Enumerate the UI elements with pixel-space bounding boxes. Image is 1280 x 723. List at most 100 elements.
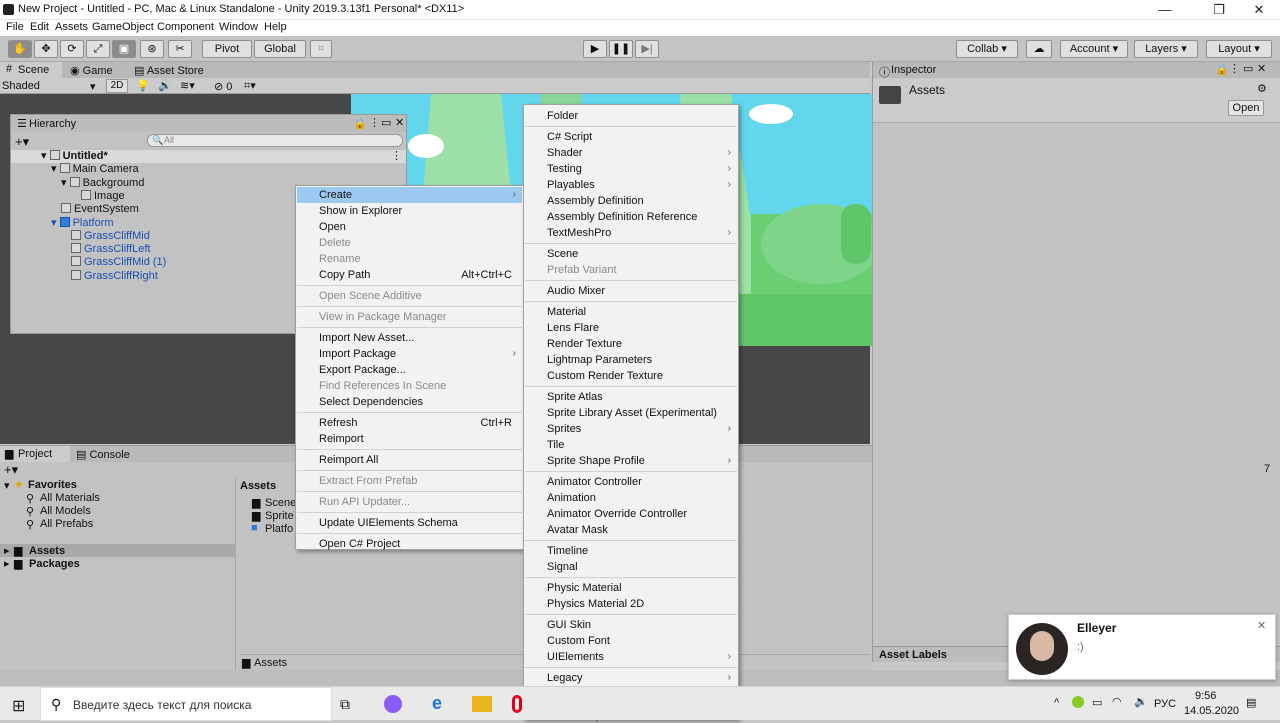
lock-icon[interactable]: 🔒 xyxy=(353,117,367,130)
menu-item-c-script[interactable]: C# Script xyxy=(525,129,737,145)
close-icon[interactable]: ✕ xyxy=(1257,619,1266,632)
file-sprite[interactable]: Sprite xyxy=(265,510,294,522)
custom-tool-icon[interactable]: ✂ xyxy=(168,40,192,58)
close-panel-icon[interactable]: ✕ xyxy=(1257,62,1266,75)
language-indicator[interactable]: РУС xyxy=(1154,698,1176,710)
gizmos-icon[interactable]: ⌗▾ xyxy=(244,79,256,93)
wifi-icon[interactable]: ◠ xyxy=(1112,695,1122,708)
packages-expand-icon[interactable]: ▸ xyxy=(4,557,10,570)
account-dropdown[interactable]: Account ▾ xyxy=(1060,40,1128,58)
scene-more-icon[interactable]: ⋮ xyxy=(391,149,402,162)
play-button[interactable]: ▶ xyxy=(583,40,607,58)
menu-item-animator-override-controller[interactable]: Animator Override Controller xyxy=(525,506,737,522)
menu-file[interactable]: File xyxy=(6,21,24,33)
maximize-panel-icon[interactable]: ▭ xyxy=(381,116,391,129)
hierarchy-search-input[interactable]: 🔍 All xyxy=(147,134,403,147)
effects-icon[interactable]: ≋▾ xyxy=(180,79,195,92)
global-toggle[interactable]: Global xyxy=(254,40,306,58)
pause-button[interactable]: ❚❚ xyxy=(609,40,633,58)
menu-item-export-package[interactable]: Export Package... xyxy=(297,362,522,378)
windows-start-icon[interactable]: ⊞ xyxy=(12,696,25,716)
menu-item-timeline[interactable]: Timeline xyxy=(525,543,737,559)
menu-item-legacy[interactable]: Legacy › xyxy=(525,670,737,686)
chevron-up-icon[interactable]: ^ xyxy=(1054,697,1059,709)
fav-all-models[interactable]: All Models xyxy=(40,505,91,517)
transform-tool-icon[interactable]: ⊛ xyxy=(140,40,164,58)
favorites-expand-icon[interactable]: ▾ xyxy=(4,479,10,492)
grid-snap-icon[interactable]: ⌗ xyxy=(310,40,332,58)
hierarchy-item-image[interactable]: Image xyxy=(71,189,125,203)
menu-item-shader[interactable]: Shader › xyxy=(525,145,737,161)
menu-edit[interactable]: Edit xyxy=(30,21,49,33)
tree-assets[interactable]: Assets xyxy=(29,545,65,557)
file-explorer-icon[interactable] xyxy=(472,696,492,712)
menu-item-uielements[interactable]: UIElements › xyxy=(525,649,737,665)
menu-item-testing[interactable]: Testing › xyxy=(525,161,737,177)
expand-arrow-icon[interactable]: ▾ xyxy=(61,177,70,189)
menu-item-refresh[interactable]: Refresh Ctrl+R xyxy=(297,415,522,431)
close-button[interactable]: ✕ xyxy=(1236,0,1280,20)
tab-game[interactable]: ◉ Game xyxy=(70,64,113,77)
menu-item-physics-material-2d[interactable]: Physics Material 2D xyxy=(525,596,737,612)
file-scene[interactable]: Scene xyxy=(265,497,296,509)
menu-item-custom-render-texture[interactable]: Custom Render Texture xyxy=(525,368,737,384)
menu-item-update-uielements-schema[interactable]: Update UIElements Schema xyxy=(297,515,522,531)
project-breadcrumb[interactable]: Assets xyxy=(240,480,276,492)
hierarchy-item-platform[interactable]: ▾ Platform xyxy=(51,216,114,230)
notification-toast[interactable]: Elleyer :) ✕ xyxy=(1008,614,1276,680)
menu-assets[interactable]: Assets xyxy=(55,21,88,33)
menu-gameobject[interactable]: GameObject xyxy=(92,21,154,33)
layers-dropdown[interactable]: Layers ▾ xyxy=(1134,40,1198,58)
menu-item-reimport-all[interactable]: Reimport All xyxy=(297,452,522,468)
hierarchy-item-grasscliffmid[interactable]: GrassCliffMid xyxy=(61,229,150,243)
more-options-icon[interactable]: ⋮ xyxy=(1229,62,1240,75)
menu-item-select-dependencies[interactable]: Select Dependencies xyxy=(297,394,522,410)
menu-help[interactable]: Help xyxy=(264,21,287,33)
menu-item-assembly-definition-reference[interactable]: Assembly Definition Reference xyxy=(525,209,737,225)
hierarchy-item-eventsystem[interactable]: EventSystem xyxy=(51,203,139,216)
hierarchy-item-untitled[interactable]: ▾ Untitled* xyxy=(41,150,108,163)
volume-icon[interactable]: 🔉 xyxy=(1134,695,1148,708)
menu-item-sprites[interactable]: Sprites › xyxy=(525,421,737,437)
tab-asset-store[interactable]: ▤ Asset Store xyxy=(134,64,204,77)
hierarchy-item-main-camera[interactable]: ▾ Main Camera xyxy=(51,163,139,176)
hierarchy-item-grasscliffmid-1[interactable]: GrassCliffMid (1) xyxy=(61,256,166,269)
fav-all-materials[interactable]: All Materials xyxy=(40,492,100,504)
settings-icon[interactable]: ⚙ xyxy=(1257,82,1267,95)
lighting-icon[interactable]: 💡 xyxy=(136,79,150,92)
menu-item-sprite-atlas[interactable]: Sprite Atlas xyxy=(525,389,737,405)
menu-item-copy-path[interactable]: Copy Path Alt+Ctrl+C xyxy=(297,267,522,283)
clock-time[interactable]: 9:56 xyxy=(1195,690,1216,702)
menu-item-gui-skin[interactable]: GUI Skin xyxy=(525,617,737,633)
opera-icon[interactable] xyxy=(512,695,522,713)
menu-item-animator-controller[interactable]: Animator Controller xyxy=(525,474,737,490)
menu-item-signal[interactable]: Signal xyxy=(525,559,737,575)
menu-component[interactable]: Component xyxy=(157,21,214,33)
scale-tool-icon[interactable]: ⤢ xyxy=(86,40,110,58)
minimize-button[interactable]: — xyxy=(1142,0,1188,20)
menu-item-open-c-project[interactable]: Open C# Project xyxy=(297,536,522,552)
menu-item-create[interactable]: Create › xyxy=(297,187,522,203)
task-view-icon[interactable]: ⧉ xyxy=(340,696,350,713)
2d-toggle[interactable]: 2D xyxy=(106,79,128,93)
menu-item-audio-mixer[interactable]: Audio Mixer xyxy=(525,283,737,299)
menu-item-folder[interactable]: Folder xyxy=(525,108,737,124)
menu-item-import-package[interactable]: Import Package › xyxy=(297,346,522,362)
fav-all-prefabs[interactable]: All Prefabs xyxy=(40,518,93,530)
create-asset-button[interactable]: +▾ xyxy=(4,462,18,478)
menu-item-animation[interactable]: Animation xyxy=(525,490,737,506)
move-tool-icon[interactable]: ✥ xyxy=(34,40,58,58)
more-options-icon[interactable]: ⋮ xyxy=(369,116,380,129)
menu-item-import-new-asset[interactable]: Import New Asset... xyxy=(297,330,522,346)
hierarchy-item-grasscliffleft[interactable]: GrassCliffLeft xyxy=(61,243,150,256)
menu-item-sprite-shape-profile[interactable]: Sprite Shape Profile › xyxy=(525,453,737,469)
file-platform[interactable]: Platfo xyxy=(265,523,293,535)
expand-arrow-icon[interactable]: ▾ xyxy=(51,163,60,175)
cloud-icon[interactable]: ☁ xyxy=(1026,40,1052,58)
menu-item-material[interactable]: Material xyxy=(525,304,737,320)
notification-center-icon[interactable]: ▤ xyxy=(1246,696,1256,709)
step-button[interactable]: ▶| xyxy=(635,40,659,58)
rect-tool-icon[interactable]: ▣ xyxy=(112,40,136,58)
layout-dropdown[interactable]: Layout ▾ xyxy=(1206,40,1272,58)
menu-item-physic-material[interactable]: Physic Material xyxy=(525,580,737,596)
